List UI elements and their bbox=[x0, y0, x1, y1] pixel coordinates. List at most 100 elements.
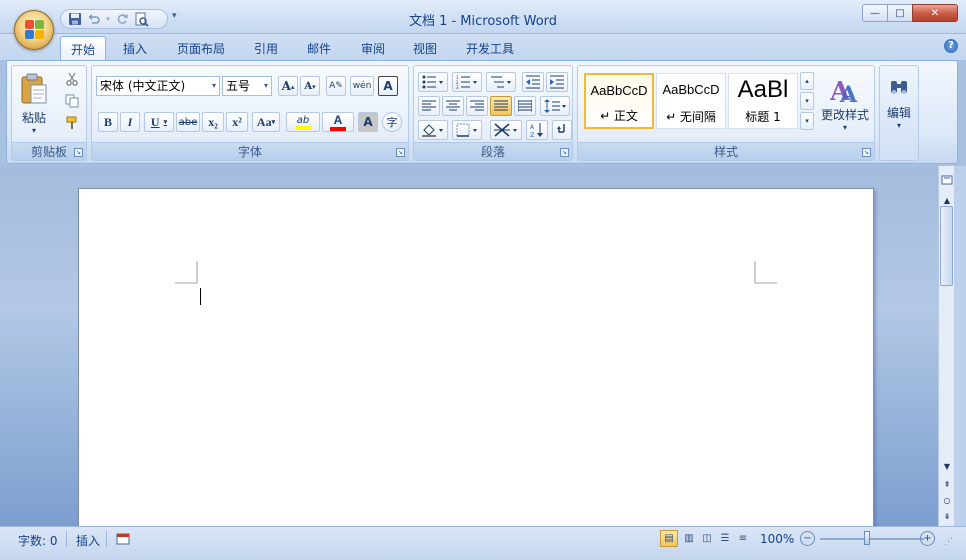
phonetic-guide-button[interactable]: wén bbox=[350, 76, 374, 96]
change-case-button[interactable]: Aa ▾ bbox=[252, 112, 280, 132]
browse-object-icon[interactable]: ○ bbox=[939, 492, 955, 508]
cut-icon[interactable] bbox=[62, 70, 82, 88]
font-launcher-icon[interactable]: ↘ bbox=[396, 148, 405, 157]
tab-view[interactable]: 视图 bbox=[404, 36, 446, 60]
superscript-button[interactable]: x² bbox=[226, 112, 248, 132]
zoom-in-button[interactable]: + bbox=[920, 531, 935, 546]
ribbon: 粘贴 ▾ 剪贴板 ↘ 宋体 (中文正文) ▾ 五号 ▾ A ▴ A ▾ A ✎ wén… bbox=[6, 60, 958, 164]
line-spacing-button[interactable] bbox=[540, 96, 570, 116]
editing-button[interactable]: 编辑 ▾ bbox=[882, 68, 916, 138]
highlight-button[interactable]: ab bbox=[286, 112, 320, 132]
zoom-slider-track[interactable] bbox=[820, 538, 924, 540]
paste-button[interactable]: 粘贴 ▾ bbox=[16, 68, 52, 140]
font-color-button[interactable]: A bbox=[322, 112, 354, 132]
tab-page-layout[interactable]: 页面布局 bbox=[170, 36, 232, 60]
style-heading1-tile[interactable]: AaBl 标题 1 bbox=[728, 73, 798, 129]
align-right-button[interactable] bbox=[466, 96, 488, 116]
strikethrough-button[interactable]: abe bbox=[176, 112, 200, 132]
paragraph-group: 123 A Z 段落 ↘ bbox=[413, 65, 573, 161]
styles-launcher-icon[interactable]: ↘ bbox=[862, 148, 871, 157]
align-left-button[interactable] bbox=[418, 96, 440, 116]
chinese-layout-button[interactable] bbox=[490, 120, 522, 140]
svg-text:A: A bbox=[530, 124, 535, 131]
enclose-characters-button[interactable]: 字 bbox=[382, 112, 402, 132]
style-no-spacing-tile[interactable]: AaBbCcD ↵ 无间隔 bbox=[656, 73, 726, 129]
styles-scroll-down-icon[interactable]: ▾ bbox=[800, 92, 814, 110]
print-layout-view-icon[interactable]: ▤ bbox=[660, 530, 678, 547]
numbering-icon: 123 bbox=[456, 75, 477, 89]
font-name-select[interactable]: 宋体 (中文正文) ▾ bbox=[96, 76, 220, 96]
word-count[interactable]: 字数: 0 bbox=[18, 532, 58, 549]
maximize-button[interactable]: □ bbox=[887, 4, 913, 22]
font-group-label: 字体 ↘ bbox=[92, 142, 408, 160]
styles-label: 样式 bbox=[713, 145, 738, 159]
close-button[interactable]: ✕ bbox=[912, 4, 958, 22]
multilevel-list-icon bbox=[491, 76, 511, 88]
shrink-font-button[interactable]: A ▾ bbox=[300, 76, 320, 96]
align-center-button[interactable] bbox=[442, 96, 464, 116]
subscript-button[interactable]: x₂ bbox=[202, 112, 224, 132]
tab-mailings[interactable]: 邮件 bbox=[298, 36, 340, 60]
copy-icon[interactable] bbox=[62, 92, 82, 110]
increase-indent-button[interactable] bbox=[546, 72, 568, 92]
show-marks-button[interactable] bbox=[552, 120, 572, 140]
outline-view-icon[interactable]: ☰ bbox=[716, 530, 734, 547]
change-styles-button[interactable]: AA 更改样式 ▾ bbox=[818, 68, 872, 138]
tab-review[interactable]: 审阅 bbox=[352, 36, 394, 60]
decrease-indent-button[interactable] bbox=[522, 72, 544, 92]
clipboard-launcher-icon[interactable]: ↘ bbox=[74, 148, 83, 157]
previous-page-icon[interactable]: ⇞ bbox=[939, 476, 955, 492]
full-screen-reading-icon[interactable]: ▥ bbox=[680, 530, 698, 547]
borders-button[interactable] bbox=[452, 120, 482, 140]
tab-home[interactable]: 开始 bbox=[60, 36, 106, 60]
office-button[interactable] bbox=[14, 10, 54, 50]
bullets-button[interactable] bbox=[418, 72, 448, 92]
insert-mode[interactable]: 插入 bbox=[76, 532, 100, 549]
macro-record-icon[interactable] bbox=[114, 530, 132, 547]
tab-insert[interactable]: 插入 bbox=[114, 36, 156, 60]
zoom-out-button[interactable]: − bbox=[800, 531, 815, 546]
web-layout-icon[interactable]: ◫ bbox=[698, 530, 716, 547]
document-page[interactable] bbox=[78, 188, 874, 528]
resize-grip-icon[interactable]: ⋰ bbox=[944, 537, 953, 547]
vertical-scrollbar[interactable]: ▲ ▼ ⇞ ○ ⇟ bbox=[938, 166, 954, 526]
align-center-icon bbox=[446, 100, 460, 111]
ruler-toggle-icon[interactable] bbox=[939, 172, 955, 188]
style-normal-tile[interactable]: AaBbCcD ↵ 正文 bbox=[584, 73, 654, 129]
help-icon[interactable]: ? bbox=[944, 39, 958, 53]
grow-font-button[interactable]: A ▴ bbox=[278, 76, 298, 96]
font-name-value: 宋体 (中文正文) bbox=[100, 79, 186, 93]
styles-scroll-up-icon[interactable]: ▴ bbox=[800, 72, 814, 90]
clipboard-group: 粘贴 ▾ 剪贴板 ↘ bbox=[11, 65, 87, 161]
tab-developer[interactable]: 开发工具 bbox=[458, 36, 522, 60]
underline-button[interactable]: U ▾ bbox=[144, 112, 174, 132]
minimize-button[interactable]: — bbox=[862, 4, 888, 22]
draft-view-icon[interactable]: ≡ bbox=[734, 530, 752, 547]
sort-button[interactable]: AZ bbox=[526, 120, 548, 140]
style-no-spacing-name: ↵ 无间隔 bbox=[666, 110, 716, 124]
numbering-button[interactable]: 123 bbox=[452, 72, 482, 92]
scroll-down-icon[interactable]: ▼ bbox=[939, 458, 955, 474]
scroll-thumb[interactable] bbox=[940, 206, 953, 286]
paragraph-launcher-icon[interactable]: ↘ bbox=[560, 148, 569, 157]
grow-font-icon: A bbox=[281, 79, 291, 93]
office-logo-icon bbox=[25, 20, 45, 40]
zoom-level[interactable]: 100% bbox=[760, 532, 794, 546]
zoom-slider-thumb[interactable] bbox=[864, 531, 870, 545]
character-shading-button[interactable]: A bbox=[358, 112, 378, 132]
distributed-button[interactable] bbox=[514, 96, 536, 116]
character-border-button[interactable]: A bbox=[378, 76, 398, 96]
next-page-icon[interactable]: ⇟ bbox=[939, 508, 955, 524]
tab-references[interactable]: 引用 bbox=[246, 36, 286, 60]
multilevel-list-button[interactable] bbox=[486, 72, 516, 92]
format-painter-icon[interactable] bbox=[62, 114, 82, 132]
margin-corner-top-left bbox=[175, 261, 198, 284]
bold-button[interactable]: B bbox=[98, 112, 118, 132]
italic-button[interactable]: I bbox=[120, 112, 140, 132]
shading-button[interactable] bbox=[418, 120, 448, 140]
paste-arrow: ▾ bbox=[31, 126, 36, 135]
font-size-select[interactable]: 五号 ▾ bbox=[222, 76, 272, 96]
justify-button[interactable] bbox=[490, 96, 512, 116]
styles-more-icon[interactable]: ▾ bbox=[800, 112, 814, 130]
clear-format-button[interactable]: A ✎ bbox=[326, 76, 346, 96]
